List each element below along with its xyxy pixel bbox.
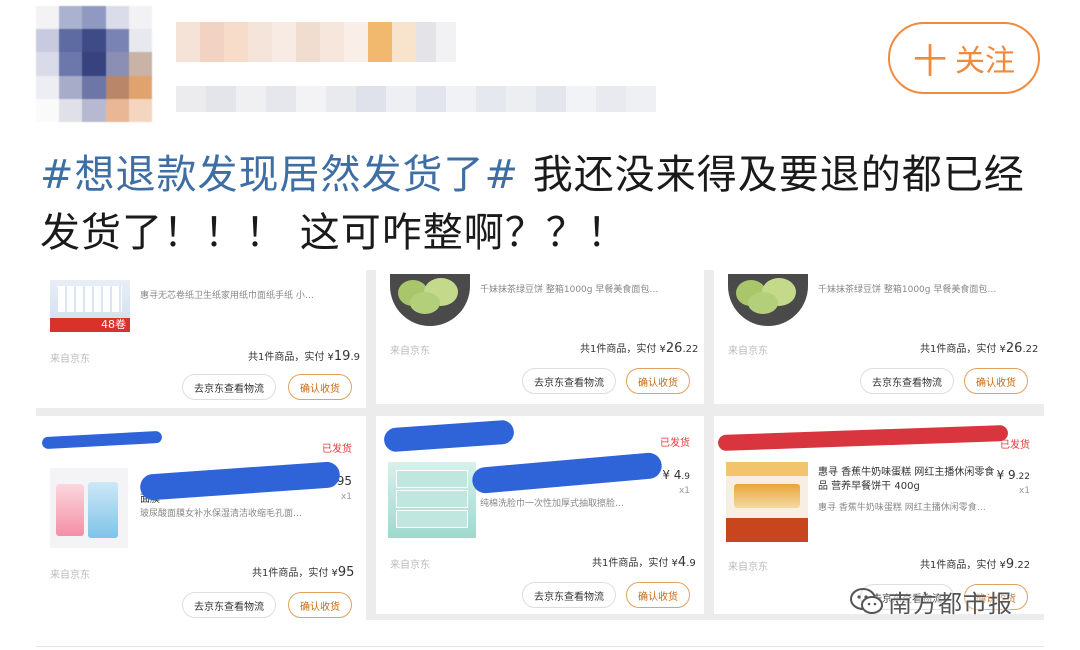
mung-bean-cake-thumb [390, 274, 470, 326]
follow-label: 关注 [955, 44, 1015, 79]
blurred-username [176, 22, 456, 62]
mung-bean-cake-thumb [728, 274, 808, 326]
item-price: ¥ 9.22 [996, 468, 1030, 482]
view-logistics-button[interactable]: 去京东查看物流 [522, 368, 616, 394]
order-total: 共1件商品，实付 ¥9.22 [920, 557, 1031, 572]
watermark: 南方都市报 [850, 584, 1013, 619]
hashtag-link[interactable]: #想退款发现居然发货了# [40, 152, 519, 198]
order-source: 来自京东 [50, 354, 90, 365]
plus-icon: 十 [913, 41, 947, 82]
post-text-line1: 我还没来得及要退的都已经 [519, 152, 1025, 198]
post-text: #想退款发现居然发货了# 我还没来得及要退的都已经 发货了！！！ 这可咋整啊？？… [40, 146, 1050, 262]
confirm-receipt-button[interactable]: 确认收货 [288, 592, 352, 618]
view-logistics-button[interactable]: 去京东查看物流 [522, 582, 616, 608]
face-towel-thumb [388, 462, 476, 538]
view-logistics-button[interactable]: 去京东查看物流 [860, 368, 954, 394]
order-card-3: 千妹抹茶绿豆饼 整箱1000g 早餐美食面包… 来自京东 共1件商品，实付 ¥2… [714, 270, 1044, 404]
item-price: ¥ 4.9 [662, 468, 690, 482]
confirm-receipt-button[interactable]: 确认收货 [964, 368, 1028, 394]
product-title: 千妹抹茶绿豆饼 整箱1000g 早餐美食面包… [818, 285, 997, 295]
pack-count-badge: 48卷 [101, 318, 126, 331]
item-qty: x1 [678, 486, 690, 496]
order-source: 来自京东 [50, 570, 90, 581]
item-qty: x1 [1018, 486, 1030, 496]
confirm-receipt-button[interactable]: 确认收货 [626, 582, 690, 608]
watermark-text: 南方都市报 [888, 590, 1013, 618]
order-card-4: 已发货 面膜 玻尿酸面膜女补水保湿清洁收缩毛孔面… 95 x1 来自京东 共1件… [36, 416, 366, 622]
order-card-5: 已发货 纯棉洗脸巾一次性加厚式抽取擦脸… ¥ 4.9 x1 来自京东 共1件商品… [376, 416, 704, 614]
order-total: 共1件商品，实付 ¥4.9 [592, 555, 696, 570]
order-source: 来自京东 [728, 346, 768, 357]
blue-redaction-scribble [139, 461, 341, 501]
order-source: 来自京东 [390, 560, 430, 571]
order-total: 共1件商品，实付 ¥95 [252, 565, 355, 580]
order-source: 来自京东 [390, 346, 430, 357]
face-mask-thumb [50, 468, 128, 548]
product-title: 千妹抹茶绿豆饼 整箱1000g 早餐美食面包… [480, 285, 659, 295]
follow-button[interactable]: 十 关注 [888, 22, 1040, 94]
wechat-icon [850, 587, 883, 614]
order-card-2: 千妹抹茶绿豆饼 整箱1000g 早餐美食面包… 来自京东 共1件商品，实付 ¥2… [376, 270, 704, 404]
blurred-post-meta [176, 86, 656, 112]
post-text-line2: 发货了！！！ 这可咋整啊？？！ [40, 210, 628, 256]
shipped-status: 已发货 [660, 438, 690, 449]
blue-redaction-scribble [383, 419, 515, 453]
product-subtitle: 惠寻 香蕉牛奶味蛋糕 网红主播休闲零食… [818, 503, 986, 513]
confirm-receipt-button[interactable]: 确认收货 [288, 374, 352, 400]
product-subtitle: 纯棉洗脸巾一次性加厚式抽取擦脸… [480, 499, 625, 509]
order-total: 共1件商品，实付 ¥26.22 [580, 341, 699, 356]
order-total: 共1件商品，实付 ¥26.22 [920, 341, 1039, 356]
product-title: 惠寻无芯卷纸卫生纸家用纸巾面纸手纸 小… [140, 291, 314, 301]
view-logistics-button[interactable]: 去京东查看物流 [182, 592, 276, 618]
banana-cake-thumb [726, 462, 808, 542]
product-title: 惠寻 香蕉牛奶味蛋糕 网红主播休闲零食品 营养早餐饼干 400g [818, 467, 995, 492]
blue-redaction-scribble [471, 451, 663, 495]
view-logistics-button[interactable]: 去京东查看物流 [182, 374, 276, 400]
item-qty: x1 [340, 492, 352, 502]
toilet-paper-thumb: 48卷 [50, 280, 130, 332]
user-avatar[interactable] [36, 6, 152, 122]
order-source: 来自京东 [728, 562, 768, 573]
order-card-1: 48卷 惠寻无芯卷纸卫生纸家用纸巾面纸手纸 小… 来自京东 共1件商品，实付 ¥… [36, 270, 366, 408]
shipped-status: 已发货 [322, 444, 352, 455]
bottom-divider [36, 646, 1044, 647]
confirm-receipt-button[interactable]: 确认收货 [626, 368, 690, 394]
product-subtitle: 玻尿酸面膜女补水保湿清洁收缩毛孔面… [140, 509, 303, 519]
order-total: 共1件商品，实付 ¥19.9 [248, 349, 360, 364]
red-redaction-scribble [717, 424, 1009, 452]
blue-redaction-scribble [41, 430, 163, 450]
